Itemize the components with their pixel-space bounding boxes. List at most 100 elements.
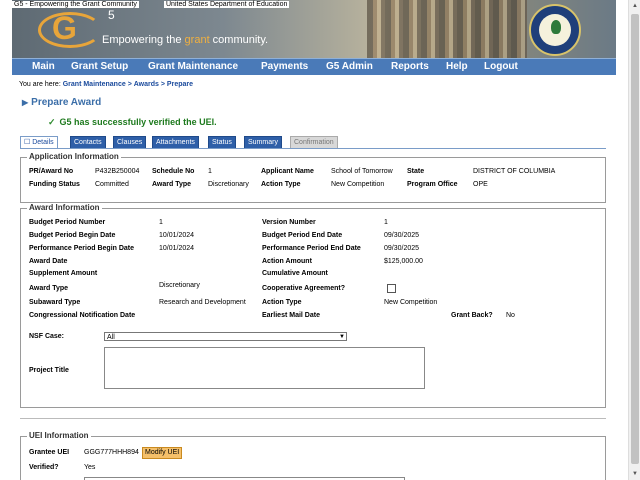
g5-logo-letter: G [52, 10, 77, 46]
tagline-highlight: grant [184, 34, 210, 46]
ed-logo-alt-text: United States Department of Education [164, 1, 290, 8]
section-divider [20, 418, 606, 419]
budget-period-number-label: Budget Period Number [29, 219, 106, 226]
chevron-down-icon: ▼ [339, 334, 345, 340]
nsf-case-selected: All [107, 334, 115, 341]
grantee-uei-value: GGG777HHH894 [84, 449, 139, 456]
page: G5 - Empowering the Grant Community Unit… [0, 0, 628, 480]
applicant-name-value: School of Tomorrow [331, 168, 393, 175]
supplement-amount-label: Supplement Amount [29, 270, 98, 277]
subaward-type-label: Subaward Type [29, 299, 81, 306]
application-information-section: Application Information PR/Award No P432… [20, 152, 606, 203]
success-text: G5 has successfully verified the UEI. [59, 117, 217, 127]
funding-status-value: Committed [95, 181, 129, 188]
breadcrumb-awards[interactable]: Awards [134, 81, 159, 88]
bp-begin-date-label: Budget Period Begin Date [29, 232, 116, 239]
nsf-case-select[interactable]: All ▼ [104, 332, 347, 341]
seal-inner [539, 14, 571, 46]
grant-back-label: Grant Back? [451, 312, 493, 319]
schedule-no-label: Schedule No [152, 168, 195, 175]
title-arrow-icon: ▶ [22, 98, 29, 107]
pp-end-date-value: 09/30/2025 [384, 245, 420, 252]
library-shelves-image [367, 0, 527, 58]
action-type-value: New Competition [331, 181, 385, 188]
scroll-down-icon[interactable]: ▼ [629, 468, 640, 480]
section-legend: Award Information [27, 203, 102, 212]
earliest-mail-date-label: Earliest Mail Date [262, 312, 320, 319]
nav-logout[interactable]: Logout [484, 61, 518, 72]
action-type-label: Action Type [262, 299, 302, 306]
state-label: State [407, 168, 425, 175]
version-number-label: Version Number [262, 219, 316, 226]
site-header: G5 - Empowering the Grant Community Unit… [12, 0, 616, 58]
nsf-case-label: NSF Case: [29, 333, 65, 340]
breadcrumb-sep: > [127, 81, 132, 88]
action-amount-label: Action Amount [262, 258, 312, 265]
seal-tree-icon [551, 20, 561, 34]
subaward-type-value: Research and Development [159, 299, 246, 306]
schedule-no-value: 1 [208, 168, 212, 175]
award-type-value: Discretionary [159, 282, 200, 289]
page-title-text: Prepare Award [31, 97, 102, 108]
program-office-label: Program Office [407, 181, 458, 188]
department-seal-icon [529, 4, 581, 56]
project-title-label: Project Title [29, 367, 69, 374]
modify-uei-button[interactable]: Modify UEI [142, 447, 183, 459]
tab-details-label: Details [32, 139, 54, 146]
budget-period-number-value: 1 [159, 219, 163, 226]
nav-g5-admin[interactable]: G5 Admin [326, 61, 373, 72]
section-legend: Application Information [27, 152, 121, 161]
verified-label: Verified? [29, 464, 59, 471]
action-type-label: Action Type [261, 181, 301, 188]
tagline-pre: Empowering the [102, 34, 185, 46]
nav-main[interactable]: Main [32, 61, 55, 72]
breadcrumb-grant-maintenance[interactable]: Grant Maintenance [63, 81, 126, 88]
nav-help[interactable]: Help [446, 61, 468, 72]
nav-grant-setup[interactable]: Grant Setup [71, 61, 128, 72]
pp-end-date-label: Performance Period End Date [262, 245, 361, 252]
breadcrumb-prefix: You are here: [19, 81, 61, 88]
action-amount-value: $125,000.00 [384, 258, 423, 265]
action-type-value: New Competition [384, 299, 438, 306]
program-office-value: OPE [473, 181, 488, 188]
scroll-up-icon[interactable]: ▲ [629, 0, 640, 12]
vertical-scrollbar[interactable]: ▲ ▼ [628, 0, 640, 480]
scrollbar-thumb[interactable] [631, 14, 639, 464]
breadcrumb: You are here: Grant Maintenance > Awards… [19, 81, 193, 88]
pr-award-label: PR/Award No [29, 168, 74, 175]
nav-payments[interactable]: Payments [261, 61, 308, 72]
congressional-notification-label: Congressional Notification Date [29, 312, 136, 319]
uei-information-section: UEI Information Grantee UEI GGG777HHH894… [20, 431, 606, 480]
breadcrumb-prepare[interactable]: Prepare [167, 81, 193, 88]
checkmark-icon: ✓ [48, 117, 56, 127]
bp-end-date-value: 09/30/2025 [384, 232, 420, 239]
pr-award-value: P432B250004 [95, 168, 140, 175]
cooperative-agreement-checkbox[interactable] [387, 284, 396, 293]
tagline: Empowering the grant community. [102, 34, 268, 46]
cooperative-agreement-label: Cooperative Agreement? [262, 285, 345, 292]
pp-begin-date-label: Performance Period Begin Date [29, 245, 135, 252]
g5-logo-number: 5 [108, 8, 115, 22]
award-date-label: Award Date [29, 258, 68, 265]
award-type-label: Award Type [152, 181, 192, 188]
tab-underline [20, 148, 606, 149]
grantee-uei-label: Grantee UEI [29, 449, 70, 456]
verified-value: Yes [84, 464, 96, 471]
tab-icon: ☐ [24, 139, 33, 146]
pp-begin-date-value: 10/01/2024 [159, 245, 195, 252]
section-legend: UEI Information [27, 431, 91, 440]
bp-begin-date-value: 10/01/2024 [159, 232, 195, 239]
state-value: DISTRICT OF COLUMBIA [473, 168, 556, 175]
award-information-section: Award Information Budget Period Number 1… [20, 203, 606, 408]
nav-grant-maintenance[interactable]: Grant Maintenance [148, 61, 238, 72]
version-number-value: 1 [384, 219, 388, 226]
main-nav: Main Grant Setup Grant Maintenance Payme… [12, 58, 616, 75]
breadcrumb-sep: > [160, 81, 165, 88]
funding-status-label: Funding Status [29, 181, 80, 188]
applicant-name-label: Applicant Name [261, 168, 314, 175]
nav-reports[interactable]: Reports [391, 61, 429, 72]
tagline-post: community. [209, 34, 269, 46]
project-title-textarea[interactable] [104, 347, 425, 389]
award-type-value: Discretionary [208, 181, 249, 188]
success-message: ✓ G5 has successfully verified the UEI. [48, 117, 217, 128]
